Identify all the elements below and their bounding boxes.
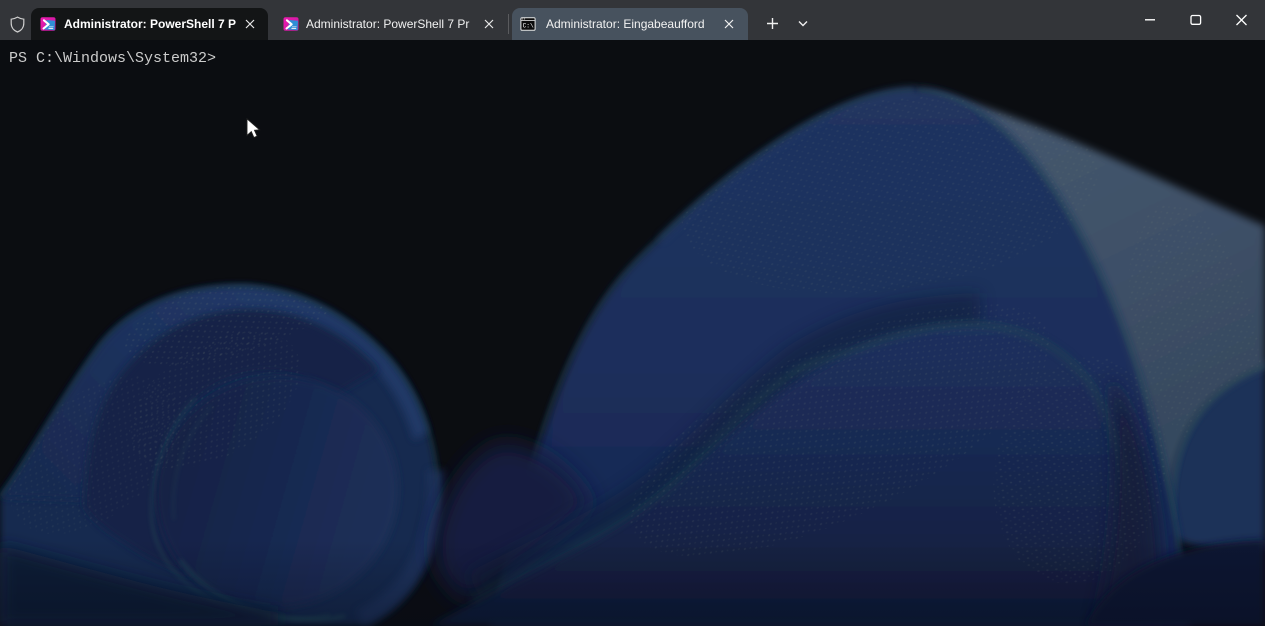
svg-text:C:\: C:\ [523,23,534,30]
